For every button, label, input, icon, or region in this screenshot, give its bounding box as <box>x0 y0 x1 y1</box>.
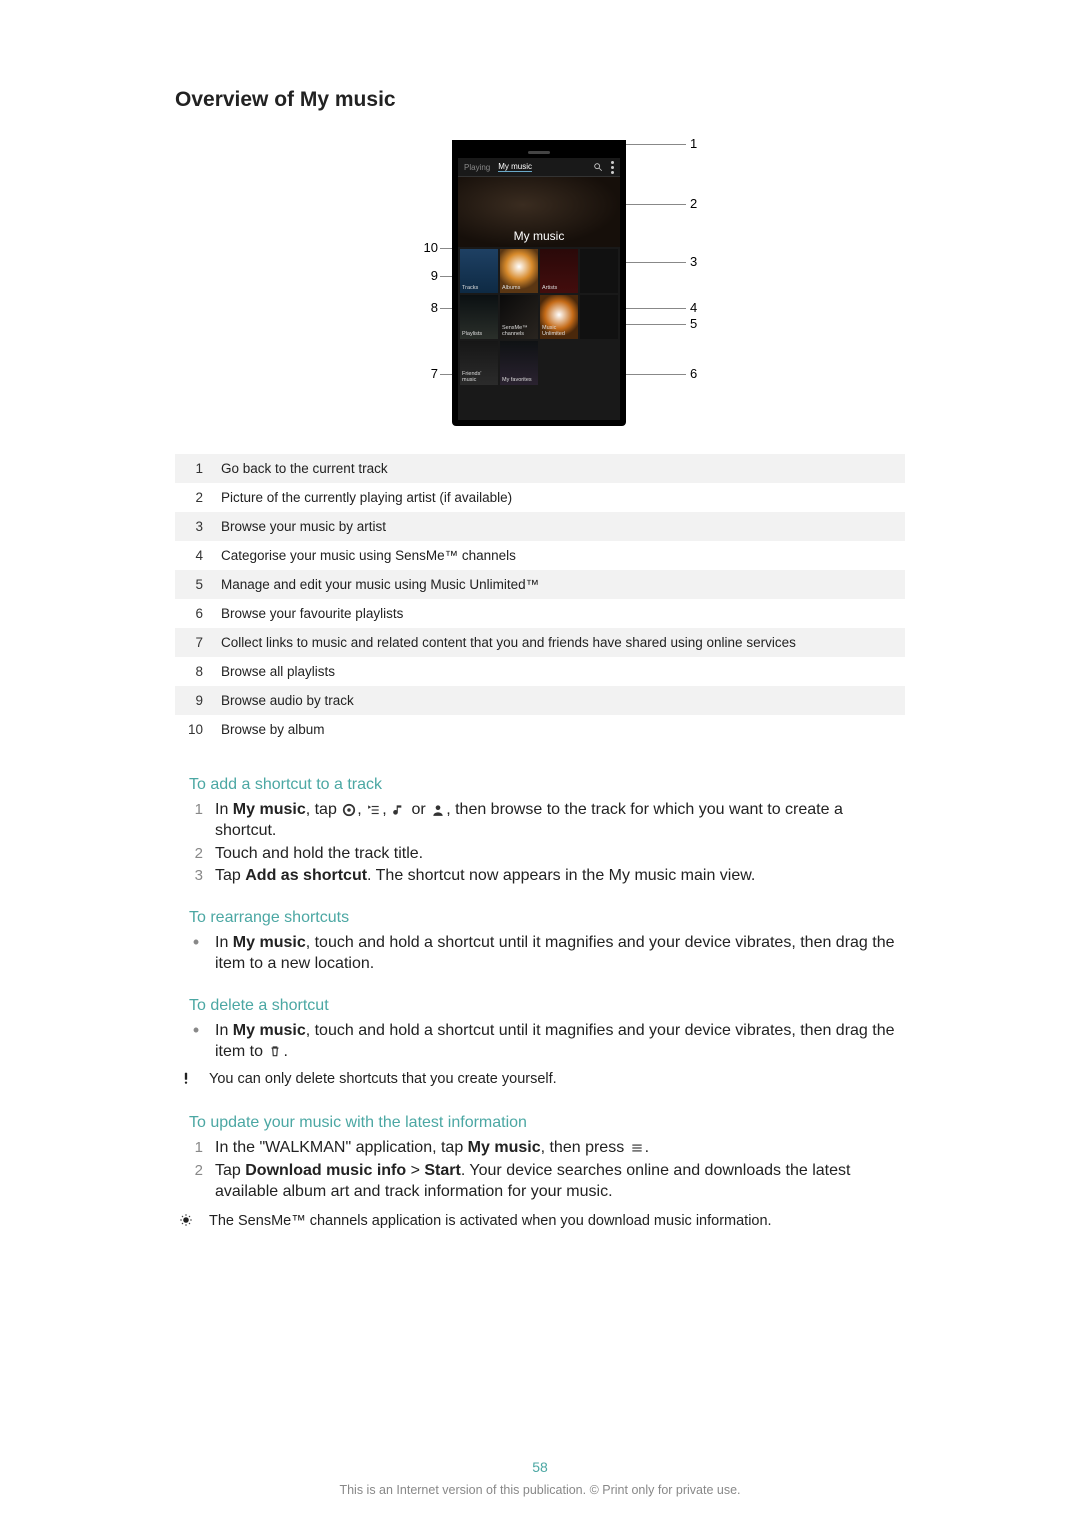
callout-7: 7 <box>414 366 438 381</box>
step-text: Tap Download music info > Start. Your de… <box>215 1161 905 1203</box>
legend-row: 6Browse your favourite playlists <box>175 599 905 628</box>
step-number: 1 <box>189 800 203 842</box>
tip-text: The SensMe™ channels application is acti… <box>209 1212 772 1232</box>
tab-playing[interactable]: Playing <box>464 163 490 172</box>
person-icon <box>431 803 445 817</box>
section-title: To delete a shortcut <box>189 995 905 1015</box>
bullet-icon: • <box>189 933 203 975</box>
tile-tracks[interactable]: Tracks <box>460 249 498 293</box>
callout-9: 9 <box>414 268 438 283</box>
tile-music-unlimited[interactable]: Music Unlimited <box>540 295 578 339</box>
legend-row: 10Browse by album <box>175 715 905 744</box>
figure-wrap: 1 2 3 4 5 6 7 8 9 10 <box>175 140 905 426</box>
overflow-menu-icon[interactable] <box>611 161 614 174</box>
section-title: To update your music with the latest inf… <box>189 1112 905 1132</box>
step-text: In My music, touch and hold a shortcut u… <box>215 933 905 975</box>
section-title: To add a shortcut to a track <box>189 774 905 794</box>
tile-sensme[interactable]: SensMe™ channels <box>500 295 538 339</box>
legend-row: 4Categorise your music using SensMe™ cha… <box>175 541 905 570</box>
step-text: Tap Add as shortcut. The shortcut now ap… <box>215 866 905 887</box>
music-note-icon <box>392 803 406 817</box>
step-text: In the "WALKMAN" application, tap My mus… <box>215 1138 905 1159</box>
tile-playlists[interactable]: Playlists <box>460 295 498 339</box>
legend-row: 7Collect links to music and related cont… <box>175 628 905 657</box>
legend-row: 5Manage and edit your music using Music … <box>175 570 905 599</box>
trash-icon <box>268 1044 282 1058</box>
bullet-icon: • <box>189 1021 203 1063</box>
tile-empty <box>580 249 618 293</box>
legend-table: 1Go back to the current track 2Picture o… <box>175 454 905 744</box>
step-text: Touch and hold the track title. <box>215 844 905 865</box>
legend-row: 8Browse all playlists <box>175 657 905 686</box>
search-icon[interactable] <box>593 162 603 172</box>
tile-artists[interactable]: Artists <box>540 249 578 293</box>
tip-icon <box>175 1212 197 1232</box>
playlist-icon <box>367 803 381 817</box>
tile-favorites[interactable]: My favorites <box>500 341 538 385</box>
section-title: To rearrange shortcuts <box>189 907 905 927</box>
callout-1: 1 <box>690 136 697 151</box>
menu-icon <box>630 1141 644 1155</box>
tile-empty-2 <box>580 295 618 339</box>
callout-3: 3 <box>690 254 697 269</box>
step-number: 2 <box>189 844 203 865</box>
callout-4: 4 <box>690 300 697 315</box>
note-text: You can only delete shortcuts that you c… <box>209 1070 557 1090</box>
callout-2: 2 <box>690 196 697 211</box>
step-number: 1 <box>189 1138 203 1159</box>
app-header: Playing My music <box>458 158 620 177</box>
legend-row: 1Go back to the current track <box>175 454 905 483</box>
page-number: 58 <box>0 1459 1080 1475</box>
legend-row: 9Browse audio by track <box>175 686 905 715</box>
footer-note: This is an Internet version of this publ… <box>0 1483 1080 1497</box>
step-text: In My music, touch and hold a shortcut u… <box>215 1021 905 1063</box>
annotated-screenshot: 1 2 3 4 5 6 7 8 9 10 <box>374 140 706 426</box>
callout-6: 6 <box>690 366 697 381</box>
callout-8: 8 <box>414 300 438 315</box>
legend-row: 2Picture of the currently playing artist… <box>175 483 905 512</box>
phone-mockup: Playing My music My music <box>452 140 626 426</box>
legend-row: 3Browse your music by artist <box>175 512 905 541</box>
tile-friends-music[interactable]: Friends' music <box>460 341 498 385</box>
step-number: 2 <box>189 1161 203 1203</box>
page-title: Overview of My music <box>175 88 905 112</box>
disc-icon <box>342 803 356 817</box>
warning-icon <box>175 1070 197 1090</box>
now-playing-artist-image[interactable]: My music <box>458 177 620 247</box>
callout-5: 5 <box>690 316 697 331</box>
step-number: 3 <box>189 866 203 887</box>
tab-mymusic[interactable]: My music <box>498 162 532 172</box>
callout-10: 10 <box>414 240 438 255</box>
step-text: In My music, tap , , or , then browse to… <box>215 800 905 842</box>
tile-albums[interactable]: Albums <box>500 249 538 293</box>
